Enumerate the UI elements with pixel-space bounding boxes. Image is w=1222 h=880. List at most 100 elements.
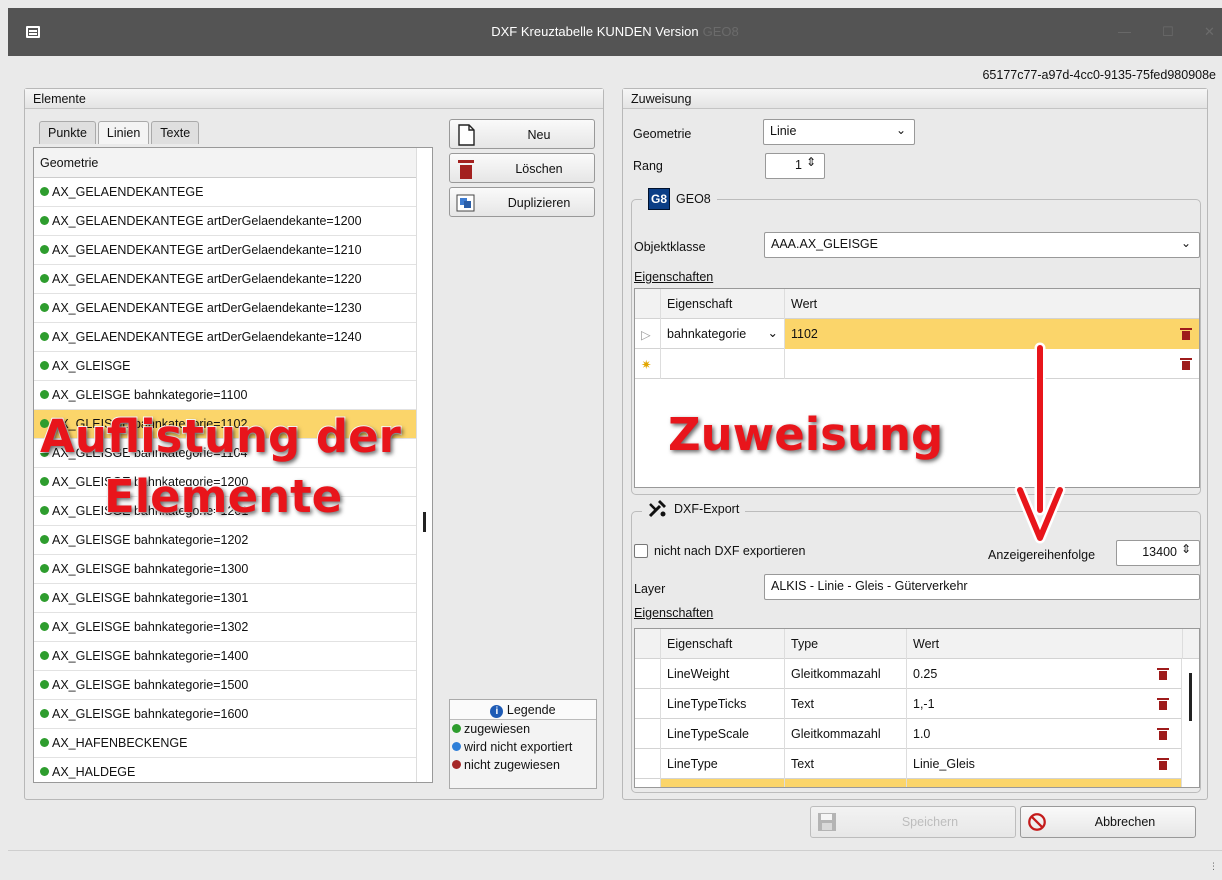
dxf-type-cell[interactable]: Gleitkommazahl [785, 719, 907, 749]
list-item[interactable]: AX_HAFENBECKENGE [34, 729, 418, 758]
status-dot-icon [40, 390, 49, 399]
new-eigenschaft-cell[interactable] [661, 349, 785, 379]
zuweisung-heading: Zuweisung [623, 89, 1207, 109]
list-item[interactable]: AX_GELAENDEKANTEGE artDerGelaendekante=1… [34, 323, 418, 352]
col-eigenschaft[interactable]: Eigenschaft [661, 629, 785, 659]
dxf-wert-cell[interactable]: 0.25 [907, 659, 1183, 689]
delete-row-icon[interactable] [1157, 668, 1169, 680]
eigenschaft-select[interactable]: bahnkategorie ⌄ [661, 319, 785, 349]
geometrie-select[interactable]: Linie ⌄ [763, 119, 915, 145]
col-type[interactable]: Type [785, 629, 907, 659]
dxf-eigenschaft-cell[interactable]: Color [661, 779, 785, 788]
list-scrollbar[interactable] [416, 148, 432, 782]
delete-row-icon[interactable] [1157, 728, 1169, 740]
col-wert[interactable]: Wert [785, 289, 1199, 319]
list-item-label: AX_GELAENDEKANTEGE artDerGelaendekante=1… [52, 243, 362, 257]
spin-arrows-icon[interactable]: ⇕ [1181, 542, 1191, 556]
tab-punkte[interactable]: Punkte [39, 121, 96, 144]
dxf-type-cell[interactable]: Gleitkommazahl [785, 659, 907, 689]
legend-item-nicht-exportiert: wird nicht exportiert [450, 738, 596, 756]
list-header-geometrie[interactable]: Geometrie [34, 148, 418, 178]
list-item[interactable]: AX_GLEISGE bahnkategorie=1400 [34, 642, 418, 671]
reihenfolge-value: 13400 [1142, 545, 1177, 559]
close-icon[interactable]: ✕ [1204, 24, 1215, 40]
dxf-eigenschaft-cell[interactable]: LineType [661, 749, 785, 779]
list-item[interactable]: AX_GLEISGE bahnkategorie=1301 [34, 584, 418, 613]
rang-spinbox[interactable]: 1 ⇕ [765, 153, 825, 179]
delete-row-icon[interactable] [1180, 328, 1192, 340]
list-item[interactable]: AX_GELAENDEKANTEGE artDerGelaendekante=1… [34, 236, 418, 265]
list-item[interactable]: AX_GLEISGE bahnkategorie=1300 [34, 555, 418, 584]
dxf-type-cell-text: Text [791, 757, 814, 771]
new-wert-cell[interactable] [785, 349, 1199, 379]
dxf-eigenschaft-cell-text: LineWeight [667, 667, 730, 681]
neu-button[interactable]: Neu [449, 119, 595, 149]
dxf-eigenschaft-cell[interactable]: LineTypeScale [661, 719, 785, 749]
dxf-wert-cell-text: Linie_Gleis [913, 757, 975, 771]
minimize-icon[interactable]: — [1118, 24, 1131, 39]
wert-value: 1102 [791, 327, 818, 341]
speichern-button[interactable]: Speichern [810, 806, 1016, 838]
loeschen-button[interactable]: Löschen [449, 153, 595, 183]
duplizieren-button[interactable]: Duplizieren [449, 187, 595, 217]
list-item[interactable]: AX_GELAENDEKANTEGE artDerGelaendekante=1… [34, 207, 418, 236]
list-item[interactable]: AX_GLEISGE bahnkategorie=1100 [34, 381, 418, 410]
dxf-eigenschaft-cell[interactable]: LineTypeTicks [661, 689, 785, 719]
dxf-wert-cell[interactable]: 1,-1 [907, 689, 1183, 719]
row-header-cell [635, 719, 661, 749]
rang-value: 1 [795, 158, 802, 172]
list-item[interactable]: AX_HALDEGE [34, 758, 418, 782]
dxf-wert-cell[interactable]: Linie_Gleis [907, 749, 1183, 779]
list-item[interactable]: AX_GELAENDEKANTEGE [34, 178, 418, 207]
maximize-icon[interactable]: ☐ [1162, 24, 1174, 40]
list-item[interactable]: AX_GLEISGE [34, 352, 418, 381]
dxf-type-cell[interactable]: Text [785, 749, 907, 779]
list-item[interactable]: AX_GLEISGE bahnkategorie=1500 [34, 671, 418, 700]
duplicate-icon [456, 194, 475, 212]
dxf-eigenschaft-cell[interactable]: LineWeight [661, 659, 785, 689]
dxf-wert-cell[interactable] [907, 779, 1183, 787]
list-item[interactable]: AX_GLEISGE bahnkategorie=1302 [34, 613, 418, 642]
dxf-eigenschaft-cell-text: LineTypeTicks [667, 697, 747, 711]
dxf-type-cell[interactable]: Text [785, 689, 907, 719]
delete-row-icon[interactable] [1157, 758, 1169, 770]
objektklasse-label: Objektklasse [634, 240, 706, 254]
tab-linien[interactable]: Linien [97, 121, 150, 144]
new-row-star-icon: ✷ [635, 349, 661, 379]
spin-arrows-icon[interactable]: ⇕ [806, 155, 816, 169]
list-item[interactable]: AX_GELAENDEKANTEGE artDerGelaendekante=1… [34, 294, 418, 323]
expand-icon[interactable]: ▷ [635, 319, 661, 349]
objektklasse-select[interactable]: AAA.AX_GLEISGE ⌄ [764, 232, 1200, 258]
blue-dot-icon [452, 742, 461, 751]
delete-row-icon[interactable] [1180, 358, 1192, 370]
list-item[interactable]: AX_GELAENDEKANTEGE artDerGelaendekante=1… [34, 265, 418, 294]
dxf-scroll-thumb[interactable] [1189, 673, 1192, 721]
green-dot-icon [452, 724, 461, 733]
list-item-label: AX_HAFENBECKENGE [52, 736, 188, 750]
wert-cell[interactable]: 1102 [785, 319, 1199, 349]
dxf-grid-scrollbar[interactable] [1181, 659, 1199, 787]
dxf-wert-cell[interactable]: 1.0 [907, 719, 1183, 749]
layer-input[interactable]: ALKIS - Linie - Gleis - Güterverkehr [764, 574, 1200, 600]
reihenfolge-spinbox[interactable]: 13400 ⇕ [1116, 540, 1200, 566]
list-item-label: AX_GLEISGE bahnkategorie=1600 [52, 707, 249, 721]
col-eigenschaft[interactable]: Eigenschaft [661, 289, 785, 319]
status-dot-icon [40, 187, 49, 196]
dxf-type-cell[interactable]: Ganzzahl [785, 779, 907, 787]
list-scroll-thumb[interactable] [423, 512, 426, 532]
list-item[interactable]: AX_GLEISGE bahnkategorie=1202 [34, 526, 418, 555]
list-item-label: AX_GLEISGE bahnkategorie=1302 [52, 620, 249, 634]
tab-texte[interactable]: Texte [151, 121, 200, 144]
resize-grip-icon[interactable]: ⋮ [1209, 861, 1218, 872]
nicht-export-checkbox[interactable] [634, 544, 648, 558]
list-item[interactable]: AX_GLEISGE bahnkategorie=1600 [34, 700, 418, 729]
delete-row-icon[interactable] [1157, 698, 1169, 710]
col-wert[interactable]: Wert [907, 629, 1183, 659]
eigenschaft-value: bahnkategorie [667, 327, 747, 341]
abbrechen-button[interactable]: Abbrechen [1020, 806, 1196, 838]
dxf-eigenschaft-cell-text: Color [667, 787, 697, 788]
annotation-arrow-icon [1014, 342, 1066, 544]
speichern-label: Speichern [901, 815, 959, 829]
layer-label: Layer [634, 582, 666, 596]
dxf-export-section: DXF-Export nicht nach DXF exportieren An… [631, 500, 1201, 793]
